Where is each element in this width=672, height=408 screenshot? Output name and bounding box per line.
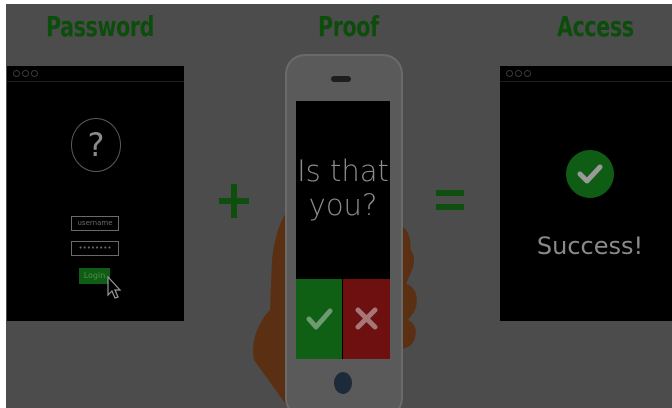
password-field[interactable]: ••••••••	[71, 241, 119, 256]
heading-access: Access	[557, 10, 634, 43]
question-icon: ?	[71, 118, 121, 172]
phone-speaker	[331, 76, 351, 82]
phone-prompt: Is that you?	[296, 154, 390, 222]
window-dot	[524, 70, 531, 77]
window-controls	[506, 70, 531, 77]
check-icon	[577, 164, 603, 184]
deny-button[interactable]	[343, 279, 390, 359]
login-window-titlebar	[7, 66, 184, 82]
mouse-cursor-icon	[107, 276, 122, 299]
access-window-titlebar	[500, 66, 672, 82]
window-dot	[31, 70, 38, 77]
heading-password: Password	[46, 10, 155, 43]
left-edge	[0, 0, 6, 408]
approve-button[interactable]	[296, 279, 342, 359]
success-text: Success!	[536, 232, 644, 260]
x-icon	[355, 307, 378, 330]
window-dot	[506, 70, 513, 77]
equals-icon	[436, 190, 464, 210]
phone-home-button[interactable]	[334, 372, 352, 394]
window-dot	[515, 70, 522, 77]
window-dot	[13, 70, 20, 77]
window-dot	[22, 70, 29, 77]
illustration-canvas: Password Proof Access ? username •••••••…	[0, 0, 672, 408]
check-icon	[306, 308, 333, 330]
phone-prompt-line1: Is that	[297, 154, 389, 188]
heading-proof: Proof	[318, 10, 379, 43]
success-check-icon	[566, 150, 614, 198]
top-edge	[0, 0, 672, 4]
username-field[interactable]: username	[71, 216, 119, 231]
window-controls	[13, 70, 38, 77]
login-button[interactable]: Login	[79, 268, 110, 284]
plus-icon	[219, 184, 249, 218]
phone-prompt-line2: you?	[308, 188, 378, 222]
